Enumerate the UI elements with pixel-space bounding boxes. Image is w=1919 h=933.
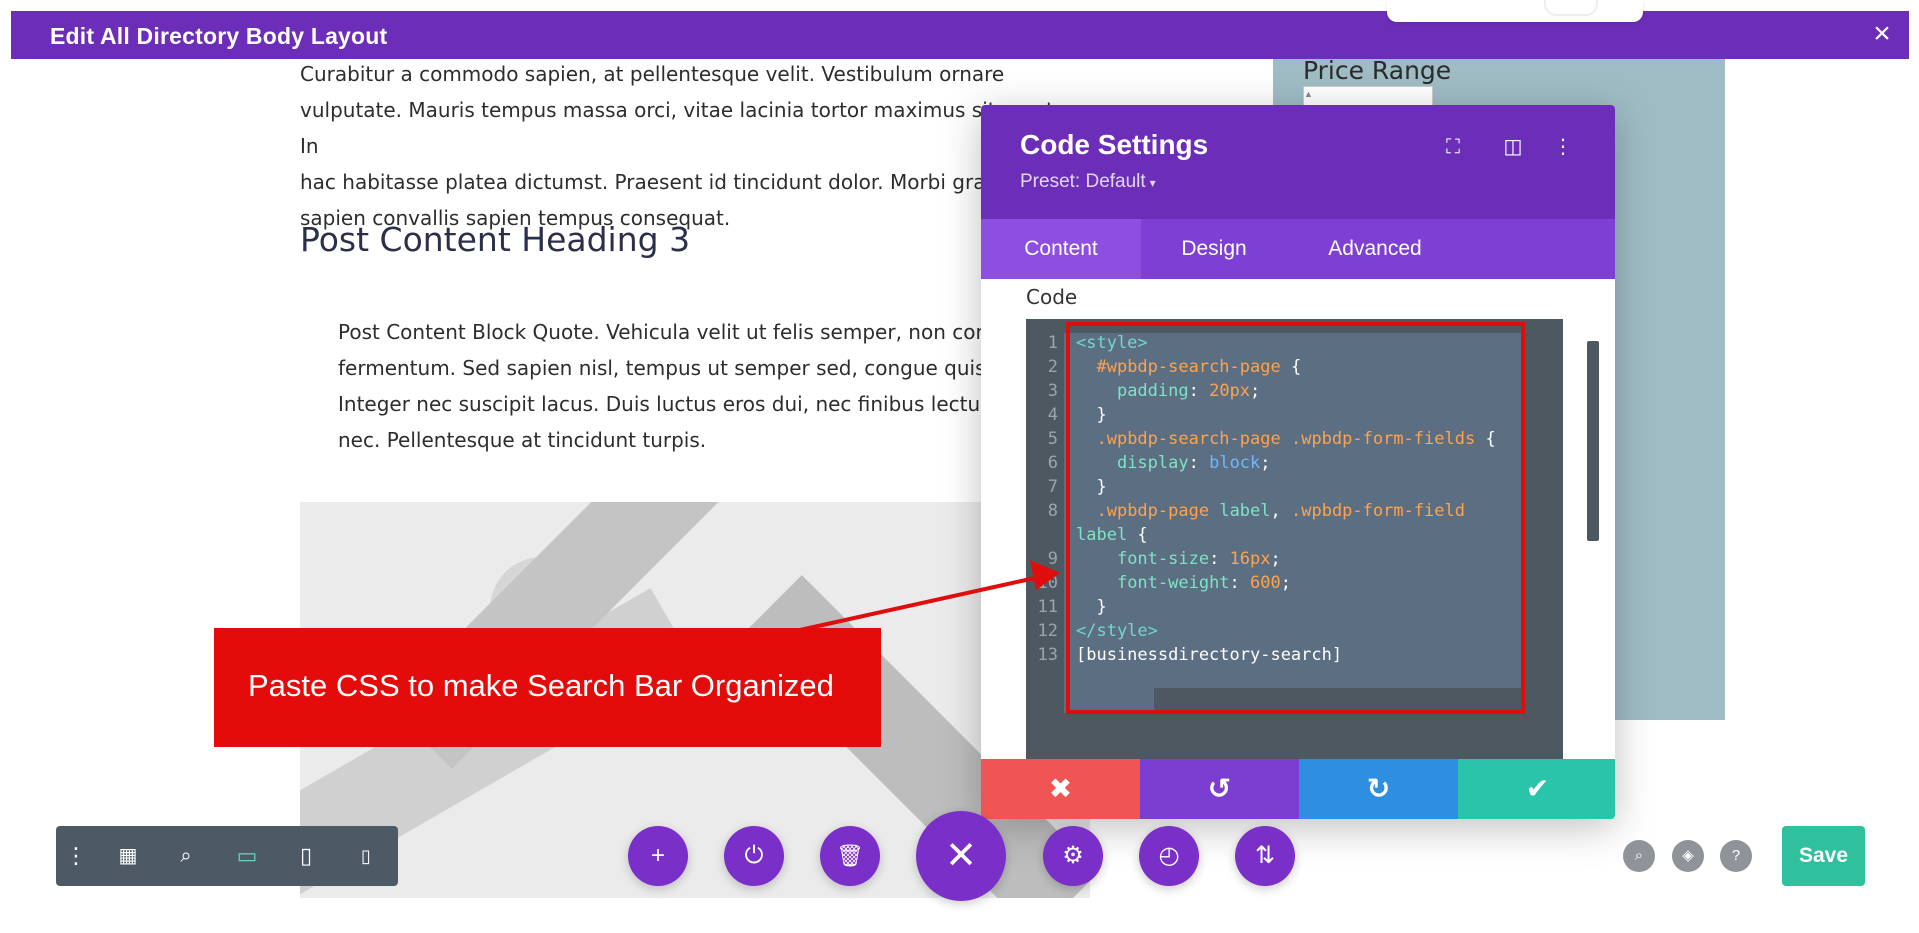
annotation-arrow: [799, 560, 1060, 632]
layout-icon[interactable]: ▦: [108, 826, 148, 886]
annotation-callout: Paste CSS to make Search Bar Organized: [214, 628, 881, 747]
close-icon[interactable]: ✕: [916, 811, 1006, 901]
gear-icon[interactable]: ⚙: [1043, 826, 1103, 886]
history-icon[interactable]: ◴: [1139, 826, 1199, 886]
trash-icon[interactable]: 🗑: [820, 826, 880, 886]
power-icon[interactable]: ⏻: [724, 826, 784, 886]
save-button[interactable]: Save: [1782, 826, 1865, 886]
builder-canvas: Curabitur a commodo sapien, at pellentes…: [0, 0, 1919, 933]
tablet-icon[interactable]: ▯: [286, 826, 326, 886]
layers-icon[interactable]: ◈: [1672, 840, 1704, 872]
annotation-text: Paste CSS to make Search Bar Organized: [248, 668, 834, 703]
desktop-icon[interactable]: ▭: [227, 826, 267, 886]
search-icon[interactable]: ⌕: [1623, 840, 1655, 872]
add-icon[interactable]: +: [628, 826, 688, 886]
zoom-icon[interactable]: ⌕: [166, 826, 206, 886]
help-icon[interactable]: ?: [1720, 840, 1752, 872]
more-vertical-icon[interactable]: ⋮: [56, 826, 96, 886]
sort-icon[interactable]: ⇅: [1235, 826, 1295, 886]
phone-icon[interactable]: ▯: [346, 826, 386, 886]
view-mode-toolbar: ⋮ ▦ ⌕ ▭ ▯ ▯: [56, 826, 398, 886]
